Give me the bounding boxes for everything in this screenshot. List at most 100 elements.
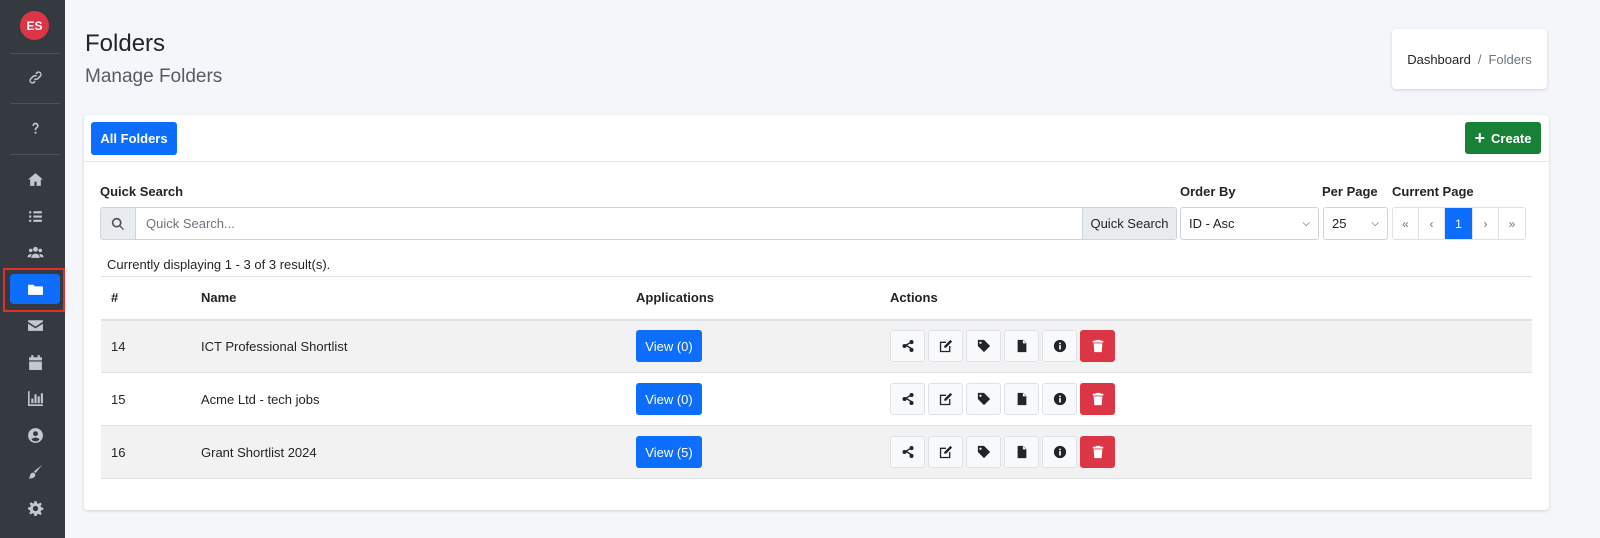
sidebar-item-list[interactable] (10, 201, 60, 231)
search-icon (101, 208, 136, 239)
breadcrumb-dashboard-link[interactable]: Dashboard (1407, 52, 1471, 67)
order-by-select[interactable]: ID - Asc ⌵ (1180, 207, 1319, 240)
sidebar-item-theme[interactable] (10, 456, 60, 486)
file-button[interactable] (1004, 383, 1039, 415)
sidebar-item-links[interactable] (10, 62, 60, 92)
per-page-select[interactable]: 25 ⌵ (1323, 207, 1388, 240)
chevron-down-icon: ⌵ (1371, 218, 1379, 229)
info-button[interactable] (1042, 330, 1077, 363)
user-circle-icon (27, 427, 43, 443)
plus-icon: + (1474, 128, 1486, 148)
cell-id: 14 (111, 338, 126, 354)
calendar-icon (28, 354, 42, 370)
sidebar: ES (0, 0, 65, 538)
edit-button[interactable] (928, 330, 963, 363)
pager-prev[interactable]: ‹ (1419, 208, 1445, 239)
file-icon (1017, 445, 1026, 459)
users-icon (27, 246, 43, 258)
quick-search-button[interactable]: Quick Search (1082, 208, 1176, 239)
order-by-label: Order By (1180, 184, 1236, 199)
edit-icon (939, 445, 952, 459)
share-button[interactable] (890, 330, 925, 363)
delete-button[interactable] (1080, 383, 1115, 415)
column-header-id: # (111, 290, 119, 306)
all-folders-button[interactable]: All Folders (91, 122, 177, 155)
table-row: 16 Grant Shortlist 2024 View (5) (101, 425, 1532, 479)
folders-table: # Name Applications Actions 14 ICT Profe… (101, 276, 1532, 479)
view-applications-button[interactable]: View (0) (636, 330, 702, 363)
card-header: All Folders + Create (84, 115, 1549, 162)
column-header-applications: Applications (636, 290, 715, 306)
sidebar-item-messages[interactable] (10, 310, 60, 340)
info-button[interactable] (1042, 436, 1077, 468)
cell-actions (880, 426, 1532, 479)
cell-applications: View (0) (626, 373, 880, 426)
envelope-icon (27, 319, 43, 331)
info-icon (1053, 445, 1066, 459)
selection-highlight (3, 268, 65, 312)
order-by-value: ID - Asc (1189, 216, 1235, 231)
file-button[interactable] (1004, 330, 1039, 363)
info-button[interactable] (1042, 383, 1077, 415)
avatar[interactable]: ES (20, 11, 49, 40)
chart-icon (27, 390, 43, 406)
question-icon (31, 122, 39, 134)
cell-name: Grant Shortlist 2024 (201, 444, 317, 460)
pager-current-page[interactable]: 1 (1445, 208, 1473, 239)
sidebar-divider (10, 103, 60, 104)
sidebar-divider (10, 154, 60, 155)
search-group: Quick Search (100, 207, 1177, 240)
page-subtitle: Manage Folders (85, 66, 223, 87)
pager-first[interactable]: « (1393, 208, 1419, 239)
pager-next[interactable]: › (1473, 208, 1499, 239)
info-icon (1053, 392, 1066, 406)
cell-actions (880, 373, 1532, 426)
create-button-label: Create (1491, 130, 1532, 146)
delete-button[interactable] (1080, 436, 1115, 468)
file-icon (1017, 340, 1026, 353)
row-actions (890, 383, 1522, 415)
create-button[interactable]: + Create (1465, 122, 1541, 154)
breadcrumb-separator: / (1477, 51, 1482, 67)
edit-button[interactable] (928, 436, 963, 468)
tag-button[interactable] (966, 330, 1001, 363)
home-icon (27, 172, 43, 186)
current-page-label: Current Page (1392, 184, 1474, 199)
cell-id: 16 (111, 444, 126, 460)
sidebar-item-settings[interactable] (10, 493, 60, 523)
view-applications-button[interactable]: View (0) (636, 383, 702, 415)
table-header-row: # Name Applications Actions (101, 276, 1532, 320)
sidebar-item-profile[interactable] (10, 420, 60, 450)
breadcrumb-current: Folders (1488, 51, 1532, 67)
tag-icon (977, 445, 990, 459)
share-button[interactable] (890, 436, 925, 468)
sidebar-divider (10, 53, 60, 54)
breadcrumb: Dashboard / Folders (1392, 29, 1547, 89)
share-button[interactable] (890, 383, 925, 415)
trash-icon (1092, 445, 1103, 459)
cell-name: Acme Ltd - tech jobs (201, 391, 320, 407)
pagination: « ‹ 1 › » (1392, 207, 1526, 240)
delete-button[interactable] (1080, 330, 1115, 363)
view-applications-button[interactable]: View (5) (636, 436, 702, 468)
sidebar-item-calendar[interactable] (10, 347, 60, 377)
sidebar-item-home[interactable] (10, 164, 60, 194)
sidebar-item-reports[interactable] (10, 383, 60, 413)
edit-icon (939, 340, 952, 353)
gear-icon (27, 500, 43, 516)
edit-icon (939, 392, 952, 406)
cell-id: 15 (111, 391, 126, 407)
list-icon (28, 210, 42, 222)
sidebar-item-users[interactable] (10, 237, 60, 267)
edit-button[interactable] (928, 383, 963, 415)
sidebar-item-help[interactable] (10, 113, 60, 143)
trash-icon (1092, 392, 1103, 406)
tag-button[interactable] (966, 383, 1001, 415)
tag-button[interactable] (966, 436, 1001, 468)
paint-brush-icon (28, 464, 42, 479)
results-count: Currently displaying 1 - 3 of 3 result(s… (107, 257, 331, 272)
file-button[interactable] (1004, 436, 1039, 468)
row-actions (890, 330, 1522, 363)
search-input[interactable] (136, 208, 1082, 239)
pager-last[interactable]: » (1499, 208, 1525, 239)
